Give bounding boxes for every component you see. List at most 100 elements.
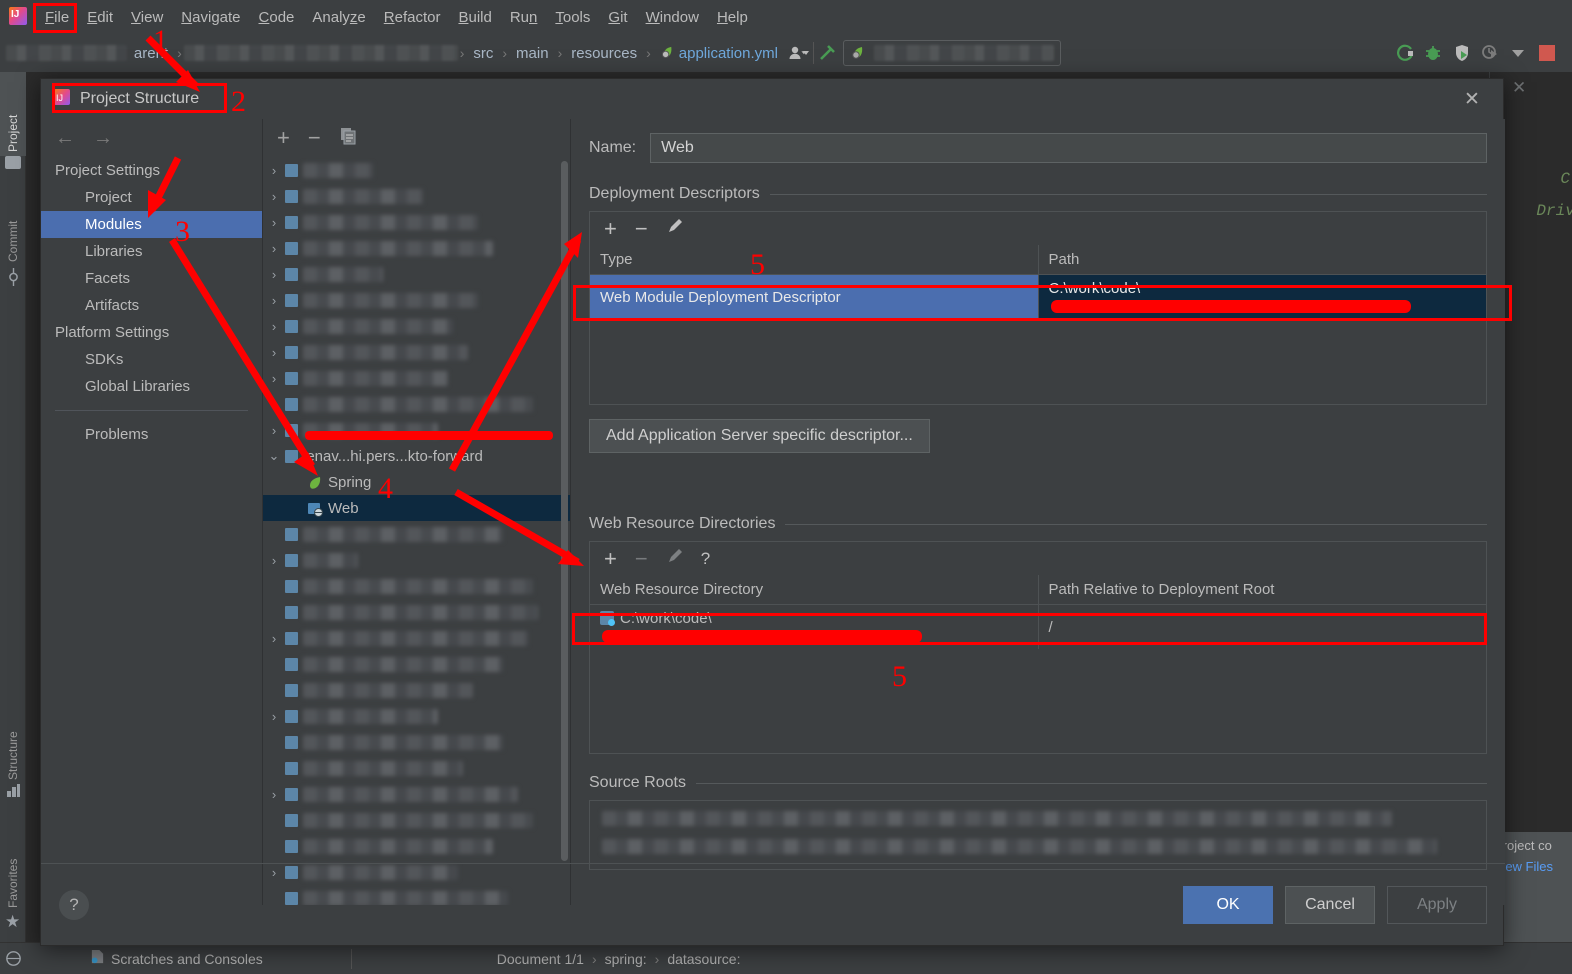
sidebar-item-global-libraries[interactable]: Global Libraries: [41, 373, 262, 400]
breadcrumb-parent[interactable]: arent: [127, 45, 175, 62]
tree-row[interactable]: [263, 521, 570, 547]
sidebar-item-structure[interactable]: Structure: [0, 692, 26, 784]
tree-row[interactable]: [263, 833, 570, 859]
tree-scrollbar[interactable]: [561, 161, 568, 861]
menu-item-edit[interactable]: Edit: [78, 6, 122, 29]
tree-row[interactable]: ›: [263, 157, 570, 183]
tree-row[interactable]: [263, 755, 570, 781]
tree-row[interactable]: ›: [263, 183, 570, 209]
rerun-icon[interactable]: [1391, 38, 1419, 68]
source-roots-list[interactable]: [589, 800, 1487, 870]
chevron-right-icon[interactable]: ›: [263, 631, 285, 646]
tree-row-module[interactable]: ⌄ jenav...hi.pers...kto-forward: [263, 443, 570, 469]
tree-row[interactable]: [263, 677, 570, 703]
menu-item-code[interactable]: Code: [250, 6, 304, 29]
chevron-right-icon[interactable]: ›: [263, 163, 285, 178]
web-resource-directories-table[interactable]: Web Resource Directory Path Relative to …: [589, 575, 1487, 649]
dropdown-caret-icon[interactable]: [1504, 38, 1532, 68]
run-configuration-selector[interactable]: [842, 40, 1061, 66]
chevron-right-icon[interactable]: ›: [263, 423, 285, 438]
arrow-left-icon[interactable]: ←: [55, 127, 75, 150]
menu-item-file[interactable]: File: [36, 6, 78, 29]
help-icon[interactable]: ?: [701, 549, 710, 569]
tree-row[interactable]: ›: [263, 417, 570, 443]
ok-button[interactable]: OK: [1183, 885, 1273, 924]
chevron-right-icon[interactable]: ›: [263, 787, 285, 802]
build-hammer-icon[interactable]: [814, 38, 842, 68]
chevron-right-icon[interactable]: ›: [263, 553, 285, 568]
remove-icon[interactable]: −: [308, 127, 321, 149]
chevron-right-icon[interactable]: ›: [263, 241, 285, 256]
tree-facet-web[interactable]: Web: [263, 495, 570, 521]
add-app-server-descriptor-button[interactable]: Add Application Server specific descript…: [589, 419, 930, 453]
chevron-right-icon[interactable]: ›: [263, 709, 285, 724]
add-icon[interactable]: +: [604, 217, 617, 240]
menu-item-build[interactable]: Build: [449, 6, 500, 29]
editor-tab-close-icon[interactable]: ✕: [1512, 78, 1526, 98]
tree-row[interactable]: ›: [263, 391, 570, 417]
chevron-down-icon[interactable]: ⌄: [263, 448, 285, 464]
menu-item-run[interactable]: Run: [501, 6, 547, 29]
breadcrumb-src[interactable]: src: [466, 45, 500, 62]
menu-item-view[interactable]: View: [122, 6, 172, 29]
document-position[interactable]: Document 1/1: [497, 951, 584, 967]
tree-row[interactable]: ›: [263, 287, 570, 313]
profiler-icon[interactable]: [1476, 38, 1504, 68]
tree-row[interactable]: [263, 807, 570, 833]
menu-item-help[interactable]: Help: [708, 6, 757, 29]
coverage-icon[interactable]: [1447, 38, 1475, 68]
sidebar-item-artifacts[interactable]: Artifacts: [41, 292, 262, 319]
user-avatar-dropdown[interactable]: [785, 38, 813, 68]
tree-row[interactable]: [263, 729, 570, 755]
tree-row[interactable]: ›: [263, 625, 570, 651]
tree-row[interactable]: [263, 599, 570, 625]
tree-row[interactable]: [263, 573, 570, 599]
tree-row[interactable]: ›: [263, 703, 570, 729]
add-icon[interactable]: +: [277, 127, 290, 149]
chevron-right-icon[interactable]: ›: [263, 319, 285, 334]
add-icon[interactable]: +: [604, 547, 617, 570]
chevron-right-icon[interactable]: ›: [263, 371, 285, 386]
tree-row[interactable]: ›: [263, 235, 570, 261]
chevron-right-icon[interactable]: ›: [263, 267, 285, 282]
menu-item-tools[interactable]: Tools: [546, 6, 599, 29]
chevron-right-icon[interactable]: ›: [263, 189, 285, 204]
tree-row[interactable]: ›: [263, 365, 570, 391]
tree-facet-spring[interactable]: Spring: [263, 469, 570, 495]
chevron-right-icon[interactable]: ›: [263, 397, 285, 412]
menu-item-window[interactable]: Window: [637, 6, 708, 29]
chevron-right-icon[interactable]: ›: [263, 345, 285, 360]
status-crumb-datasource[interactable]: datasource:: [667, 951, 740, 967]
tree-row[interactable]: ›: [263, 781, 570, 807]
sidebar-item-modules[interactable]: Modules: [41, 211, 262, 238]
tree-row[interactable]: ›: [263, 313, 570, 339]
menu-item-git[interactable]: Git: [599, 6, 636, 29]
scratches-and-consoles[interactable]: Scratches and Consoles: [111, 951, 263, 967]
menu-item-refactor[interactable]: Refactor: [375, 6, 450, 29]
copy-icon[interactable]: [339, 127, 357, 150]
menu-item-analyze[interactable]: Analyze: [303, 6, 374, 29]
tree-row[interactable]: ›: [263, 261, 570, 287]
menu-item-navigate[interactable]: Navigate: [172, 6, 249, 29]
tree-row[interactable]: ›: [263, 209, 570, 235]
remove-icon[interactable]: −: [635, 217, 648, 240]
sidebar-item-project[interactable]: Project: [41, 184, 262, 211]
tree-row[interactable]: ›: [263, 547, 570, 573]
module-tree-list[interactable]: › › › › › › › › › › › ⌄ jenav...hi.pers...kto-forwar…: [263, 157, 570, 905]
sidebar-item-favorites[interactable]: Favorites: [0, 816, 26, 912]
sidebar-item-libraries[interactable]: Libraries: [41, 238, 262, 265]
cancel-button[interactable]: Cancel: [1285, 885, 1375, 924]
arrow-right-icon[interactable]: →: [93, 127, 113, 150]
help-icon[interactable]: ?: [59, 889, 89, 920]
breadcrumb-main[interactable]: main: [509, 45, 556, 62]
edit-pencil-icon[interactable]: [666, 218, 683, 240]
breadcrumb-file[interactable]: application.yml: [653, 45, 785, 62]
table-row[interactable]: C:\work\code\ /: [589, 604, 1487, 649]
sidebar-item-project[interactable]: Project: [0, 72, 26, 156]
chevron-right-icon[interactable]: ›: [263, 215, 285, 230]
sidebar-item-sdks[interactable]: SDKs: [41, 346, 262, 373]
breadcrumb-resources[interactable]: resources: [564, 45, 644, 62]
chevron-right-icon[interactable]: ›: [263, 293, 285, 308]
sidebar-item-commit[interactable]: Commit: [0, 184, 26, 266]
table-row[interactable]: Web Module Deployment Descriptor C:\work…: [589, 274, 1487, 319]
